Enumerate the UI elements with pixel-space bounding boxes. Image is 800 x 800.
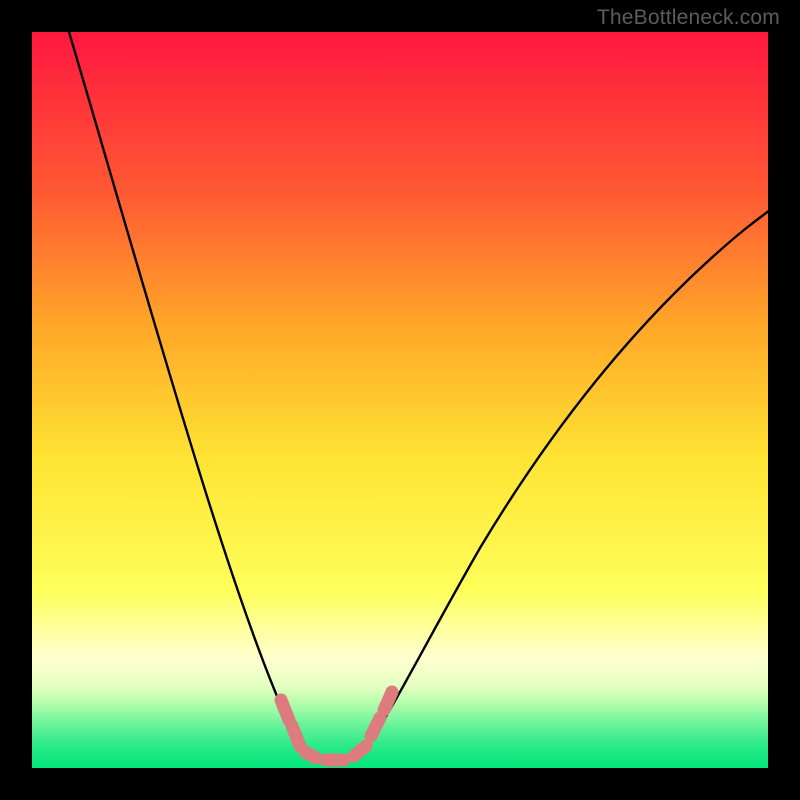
bottleneck-chart bbox=[0, 0, 800, 800]
watermark-text: TheBottleneck.com bbox=[597, 6, 780, 30]
chart-container: TheBottleneck.com bbox=[0, 0, 800, 800]
plot-area bbox=[32, 32, 768, 768]
